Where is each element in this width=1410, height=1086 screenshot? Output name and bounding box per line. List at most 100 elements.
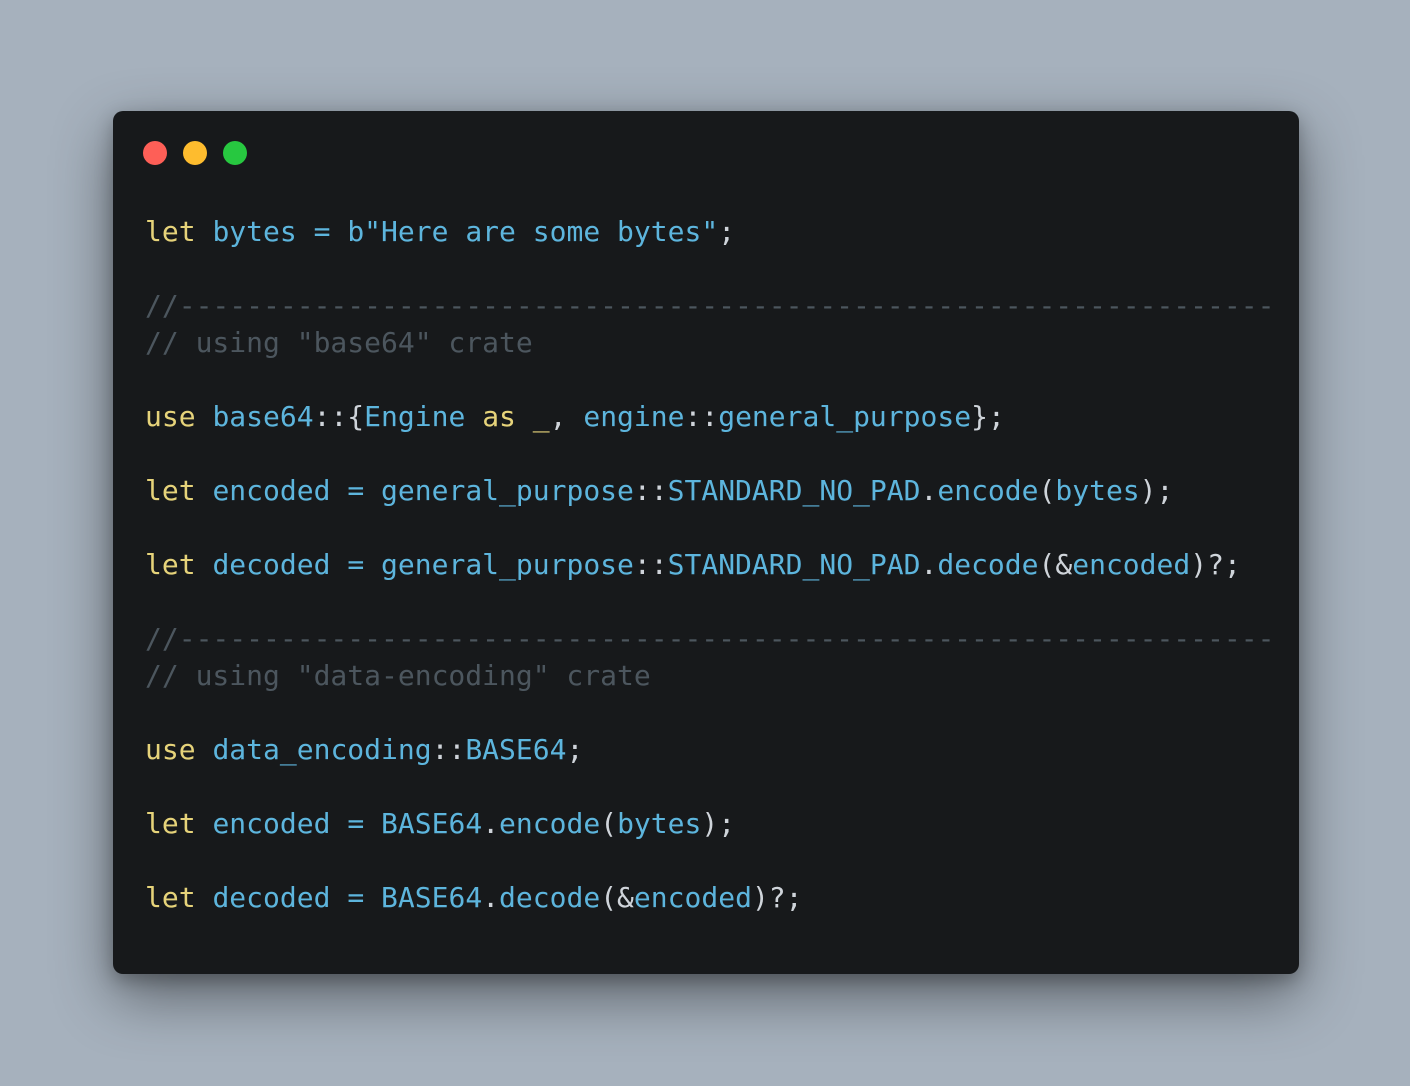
- code-token: decoded: [212, 548, 331, 581]
- code-token: engine: [583, 400, 685, 433]
- code-token: ,: [549, 400, 584, 433]
- code-token: };: [971, 400, 1005, 433]
- code-token: let: [145, 474, 196, 507]
- code-token: ::: [684, 400, 719, 433]
- code-token: (&: [600, 881, 634, 914]
- code-token: use: [145, 400, 196, 433]
- code-line: //--------------------------------------…: [145, 620, 1274, 657]
- code-token: bytes: [617, 807, 702, 840]
- code-token: general_purpose: [718, 400, 972, 433]
- code-line: let encoded = BASE64.encode(bytes);: [145, 805, 1274, 842]
- close-button[interactable]: [143, 141, 167, 165]
- code-token: //--------------------------------------…: [145, 289, 1275, 322]
- code-token: let: [145, 881, 196, 914]
- code-line: // using "base64" crate: [145, 324, 1274, 361]
- code-token: =: [347, 807, 365, 840]
- code-token: decode: [499, 881, 601, 914]
- code-token: decode: [937, 548, 1039, 581]
- code-line: let encoded = general_purpose::STANDARD_…: [145, 472, 1274, 509]
- code-token: .: [920, 548, 938, 581]
- code-token: (: [600, 807, 618, 840]
- code-token: STANDARD_NO_PAD: [667, 548, 921, 581]
- code-line: // using "data-encoding" crate: [145, 657, 1274, 694]
- code-token: Engine: [364, 400, 466, 433]
- code-token: (: [1038, 474, 1056, 507]
- code-window: let bytes = b"Here are some bytes"; //---…: [113, 111, 1299, 974]
- code-token: //--------------------------------------…: [145, 622, 1275, 655]
- code-token: general_purpose: [381, 548, 634, 581]
- code-token: ::{: [313, 400, 365, 433]
- code-token: general_purpose: [381, 474, 634, 507]
- code-token: encoded: [1072, 548, 1191, 581]
- code-token: );: [701, 807, 736, 840]
- code-token: encoded: [212, 474, 331, 507]
- code-line: let decoded = general_purpose::STANDARD_…: [145, 546, 1274, 583]
- code-token: )?;: [1190, 548, 1241, 581]
- code-token: BASE64: [465, 733, 567, 766]
- code-token: decoded: [212, 881, 331, 914]
- code-line: let decoded = BASE64.decode(&encoded)?;: [145, 879, 1274, 916]
- code-token: ;: [718, 215, 736, 248]
- code-token: =: [347, 474, 365, 507]
- code-token: base64: [212, 400, 314, 433]
- code-token: ::: [633, 548, 668, 581]
- code-token: BASE64: [381, 807, 483, 840]
- code-token: as: [482, 400, 516, 433]
- code-token: ::: [633, 474, 668, 507]
- code-token: use: [145, 733, 196, 766]
- code-token: encoded: [212, 807, 331, 840]
- code-token: b"Here are some bytes": [347, 215, 719, 248]
- code-token: =: [347, 548, 365, 581]
- code-token: let: [145, 807, 196, 840]
- code-block: let bytes = b"Here are some bytes"; //---…: [145, 213, 1274, 916]
- code-token: bytes: [1055, 474, 1140, 507]
- code-token: .: [482, 807, 500, 840]
- code-token: (&: [1038, 548, 1073, 581]
- code-token: // using "base64" crate: [145, 326, 533, 359]
- code-line: use base64::{Engine as _, engine::genera…: [145, 398, 1274, 435]
- code-token: =: [347, 881, 365, 914]
- code-token: encoded: [633, 881, 752, 914]
- code-line: use data_encoding::BASE64;: [145, 731, 1274, 768]
- code-token: .: [920, 474, 938, 507]
- code-token: _: [532, 400, 550, 433]
- code-token: data_encoding: [212, 733, 432, 766]
- code-token: ::: [431, 733, 466, 766]
- code-token: encode: [937, 474, 1039, 507]
- code-token: // using "data-encoding" crate: [145, 659, 651, 692]
- code-token: BASE64: [381, 881, 483, 914]
- minimize-button[interactable]: [183, 141, 207, 165]
- code-line: let bytes = b"Here are some bytes";: [145, 213, 1274, 250]
- code-line: //--------------------------------------…: [145, 287, 1274, 324]
- maximize-button[interactable]: [223, 141, 247, 165]
- code-token: bytes: [212, 215, 297, 248]
- code-token: encode: [499, 807, 601, 840]
- code-token: let: [145, 215, 196, 248]
